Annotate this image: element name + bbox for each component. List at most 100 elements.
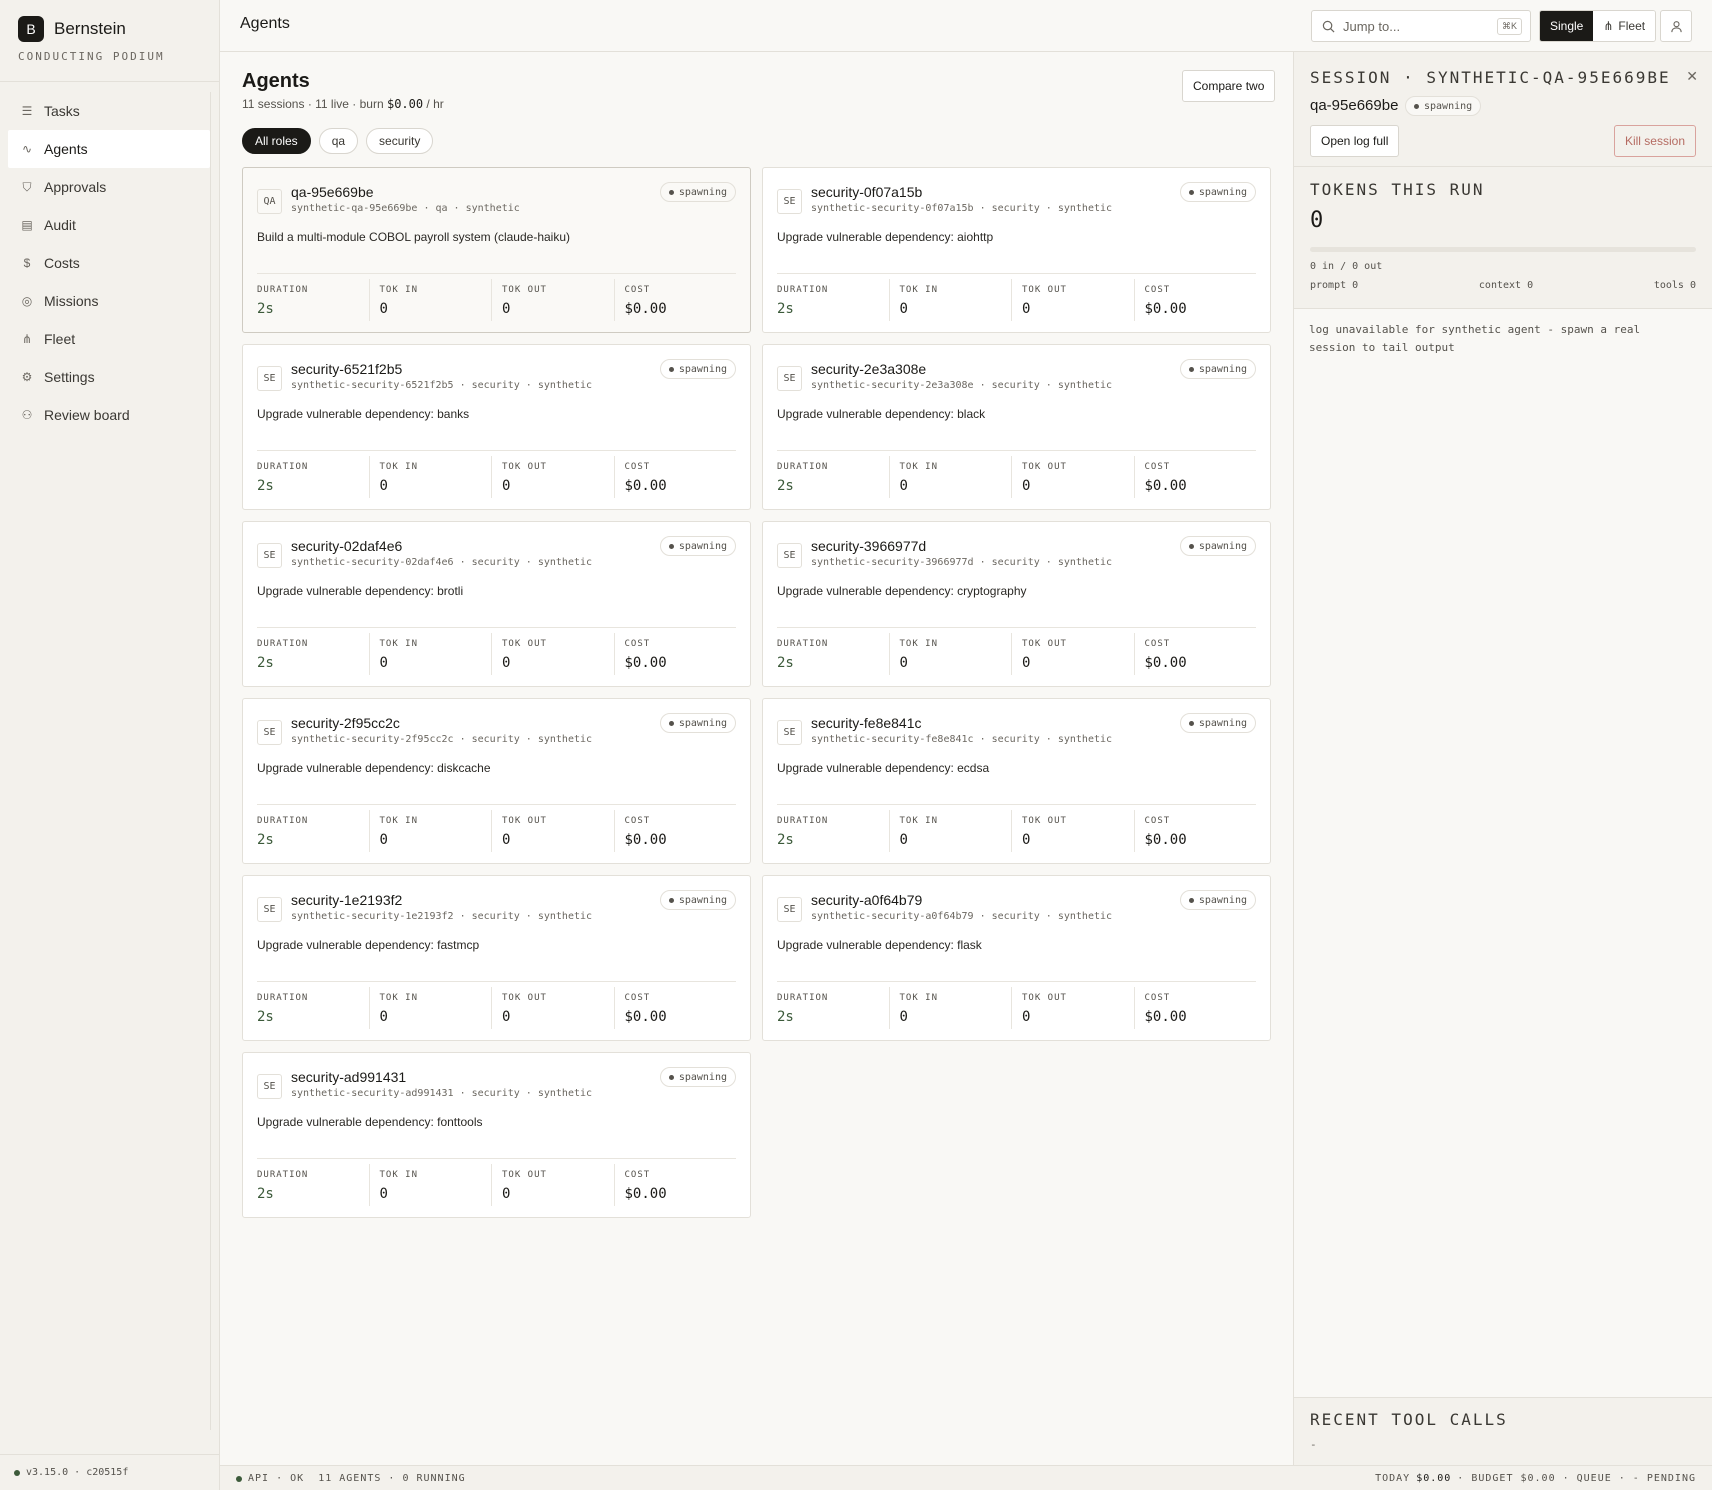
agent-card[interactable]: SE security-3966977d synthetic-security-… [762,521,1271,687]
status-dot [668,189,674,195]
stat-label: TOK OUT [502,816,547,826]
stat-tok-in: TOK IN 0 [888,633,1012,675]
agent-card[interactable]: SE security-2f95cc2c synthetic-security-… [242,698,751,864]
open-log-button[interactable]: Open log full [1310,125,1400,157]
sidebar-item-label: Audit [44,217,76,233]
stat-value: 0 [899,1009,908,1025]
prompt-count: prompt 0 [1310,280,1359,291]
agent-card[interactable]: SE security-1e2193f2 synthetic-security-… [242,875,751,1041]
stat-label: TOK OUT [1022,639,1067,649]
stat-value: $0.00 [624,478,667,494]
stat-label: COST [1144,816,1171,826]
sidebar-item-review-board[interactable]: ⚇ Review board [8,396,210,434]
stat-tok-in: TOK IN 0 [368,279,492,321]
stat-label: TOK OUT [1022,285,1067,295]
sidebar-scrollbar[interactable] [210,92,211,1430]
agents-main: Agents 11 sessions · 11 live · burn $0.0… [220,52,1293,1465]
stat-value: $0.00 [1144,1009,1187,1025]
jump-search-input[interactable]: Jump to... ⌘K [1311,10,1531,42]
stat-value: 0 [502,655,511,671]
stat-label: DURATION [257,1170,309,1180]
agent-name: security-1e2193f2 [291,892,403,908]
status-left: API · OK 11 AGENTS · 0 RUNNING [236,1473,466,1484]
session-name: qa-95e669be [1310,97,1399,114]
stat-cost: COST $0.00 [613,279,737,321]
stat-value: 0 [379,832,388,848]
stat-label: COST [624,1170,651,1180]
stat-value: $0.00 [1144,832,1187,848]
agent-card[interactable]: SE security-0f07a15b synthetic-security-… [762,167,1271,333]
stat-tok-in: TOK IN 0 [888,810,1012,852]
sidebar-item-label: Costs [44,255,80,271]
log-view[interactable]: log unavailable for synthetic agent - sp… [1294,309,1712,1449]
stat-label: TOK IN [379,639,419,649]
compare-two-button[interactable]: Compare two [1182,70,1276,102]
panel-divider [1294,166,1712,167]
status-label: spawning [1198,717,1247,729]
stat-duration: DURATION 2s [257,456,369,498]
agent-card[interactable]: QA qa-95e669be synthetic-qa-95e669be · q… [242,167,751,333]
stat-label: TOK IN [899,993,939,1003]
sidebar-item-costs[interactable]: $ Costs [8,244,210,282]
session-status-badge: spawning [1405,96,1482,116]
agent-card[interactable]: SE security-02daf4e6 synthetic-security-… [242,521,751,687]
stat-tok-in: TOK IN 0 [888,279,1012,321]
stat-duration: DURATION 2s [257,633,369,675]
agent-name: security-fe8e841c [811,715,922,731]
stat-value: 0 [502,301,511,317]
sidebar-item-fleet[interactable]: ⋔ Fleet [8,320,210,358]
stat-value: $0.00 [624,832,667,848]
status-dot [1188,543,1194,549]
stat-cost: COST $0.00 [1133,633,1257,675]
filter-chip-all-roles[interactable]: All roles [242,128,311,154]
stat-duration: DURATION 2s [777,810,889,852]
activity-icon: ∿ [21,142,33,156]
agent-task: Build a multi-module COBOL payroll syste… [257,230,571,244]
agent-card[interactable]: SE security-a0f64b79 synthetic-security-… [762,875,1271,1041]
agent-card[interactable]: SE security-6521f2b5 synthetic-security-… [242,344,751,510]
mode-single-button[interactable]: Single [1540,11,1594,41]
sidebar-item-label: Agents [44,141,88,157]
session-panel: SESSION · SYNTHETIC-QA-95E669BE ✕ qa-95e… [1293,52,1712,1465]
agent-name: security-3966977d [811,538,927,554]
stat-value: $0.00 [624,1186,667,1202]
topbar: Agents Jump to... ⌘K Single ⋔ Fleet [220,0,1712,52]
brand-logo: B [18,16,44,42]
kill-session-button[interactable]: Kill session [1613,125,1696,157]
stat-value: 0 [502,832,511,848]
stat-label: TOK OUT [502,639,547,649]
mode-fleet-button[interactable]: ⋔ Fleet [1593,11,1656,41]
agent-card[interactable]: SE security-2e3a308e synthetic-security-… [762,344,1271,510]
sidebar-item-audit[interactable]: ▤ Audit [8,206,210,244]
status-dot [668,543,674,549]
stat-tok-in: TOK IN 0 [888,987,1012,1029]
log-text: log unavailable for synthetic agent - sp… [1309,323,1641,354]
sidebar-item-agents[interactable]: ∿ Agents [8,130,210,168]
sidebar-item-tasks[interactable]: ☰ Tasks [8,92,210,130]
status-label: spawning [1198,894,1247,906]
filter-chip-qa[interactable]: qa [318,128,359,154]
agent-meta: synthetic-security-1e2193f2 · security ·… [291,911,593,922]
status-label: spawning [678,1071,727,1083]
stat-label: TOK IN [899,816,939,826]
stat-label: COST [624,993,651,1003]
close-icon[interactable]: ✕ [1686,68,1698,85]
stat-value: 2s [777,478,794,494]
agent-card[interactable]: SE security-fe8e841c synthetic-security-… [762,698,1271,864]
status-badge: spawning [659,1067,736,1087]
stat-value: $0.00 [624,655,667,671]
sidebar-item-settings[interactable]: ⚙ Settings [8,358,210,396]
status-label: spawning [678,717,727,729]
brand[interactable]: B Bernstein [18,16,126,42]
version-footer: v3.15.0 · c20515f [0,1454,219,1490]
sidebar-item-approvals[interactable]: ⛉ Approvals [8,168,210,206]
agent-card[interactable]: SE security-ad991431 synthetic-security-… [242,1052,751,1218]
user-button[interactable] [1660,10,1692,42]
filter-chip-security[interactable]: security [366,128,434,154]
agent-stats: DURATION 2s TOK IN 0 TOK OUT 0 COST $0.00 [257,987,736,1029]
recent-tool-calls: RECENT TOOL CALLS - [1294,1397,1712,1465]
sidebar-item-missions[interactable]: ◎ Missions [8,282,210,320]
stat-label: TOK OUT [1022,993,1067,1003]
agent-stats: DURATION 2s TOK IN 0 TOK OUT 0 COST $0.00 [777,279,1256,321]
stat-label: TOK IN [899,285,939,295]
